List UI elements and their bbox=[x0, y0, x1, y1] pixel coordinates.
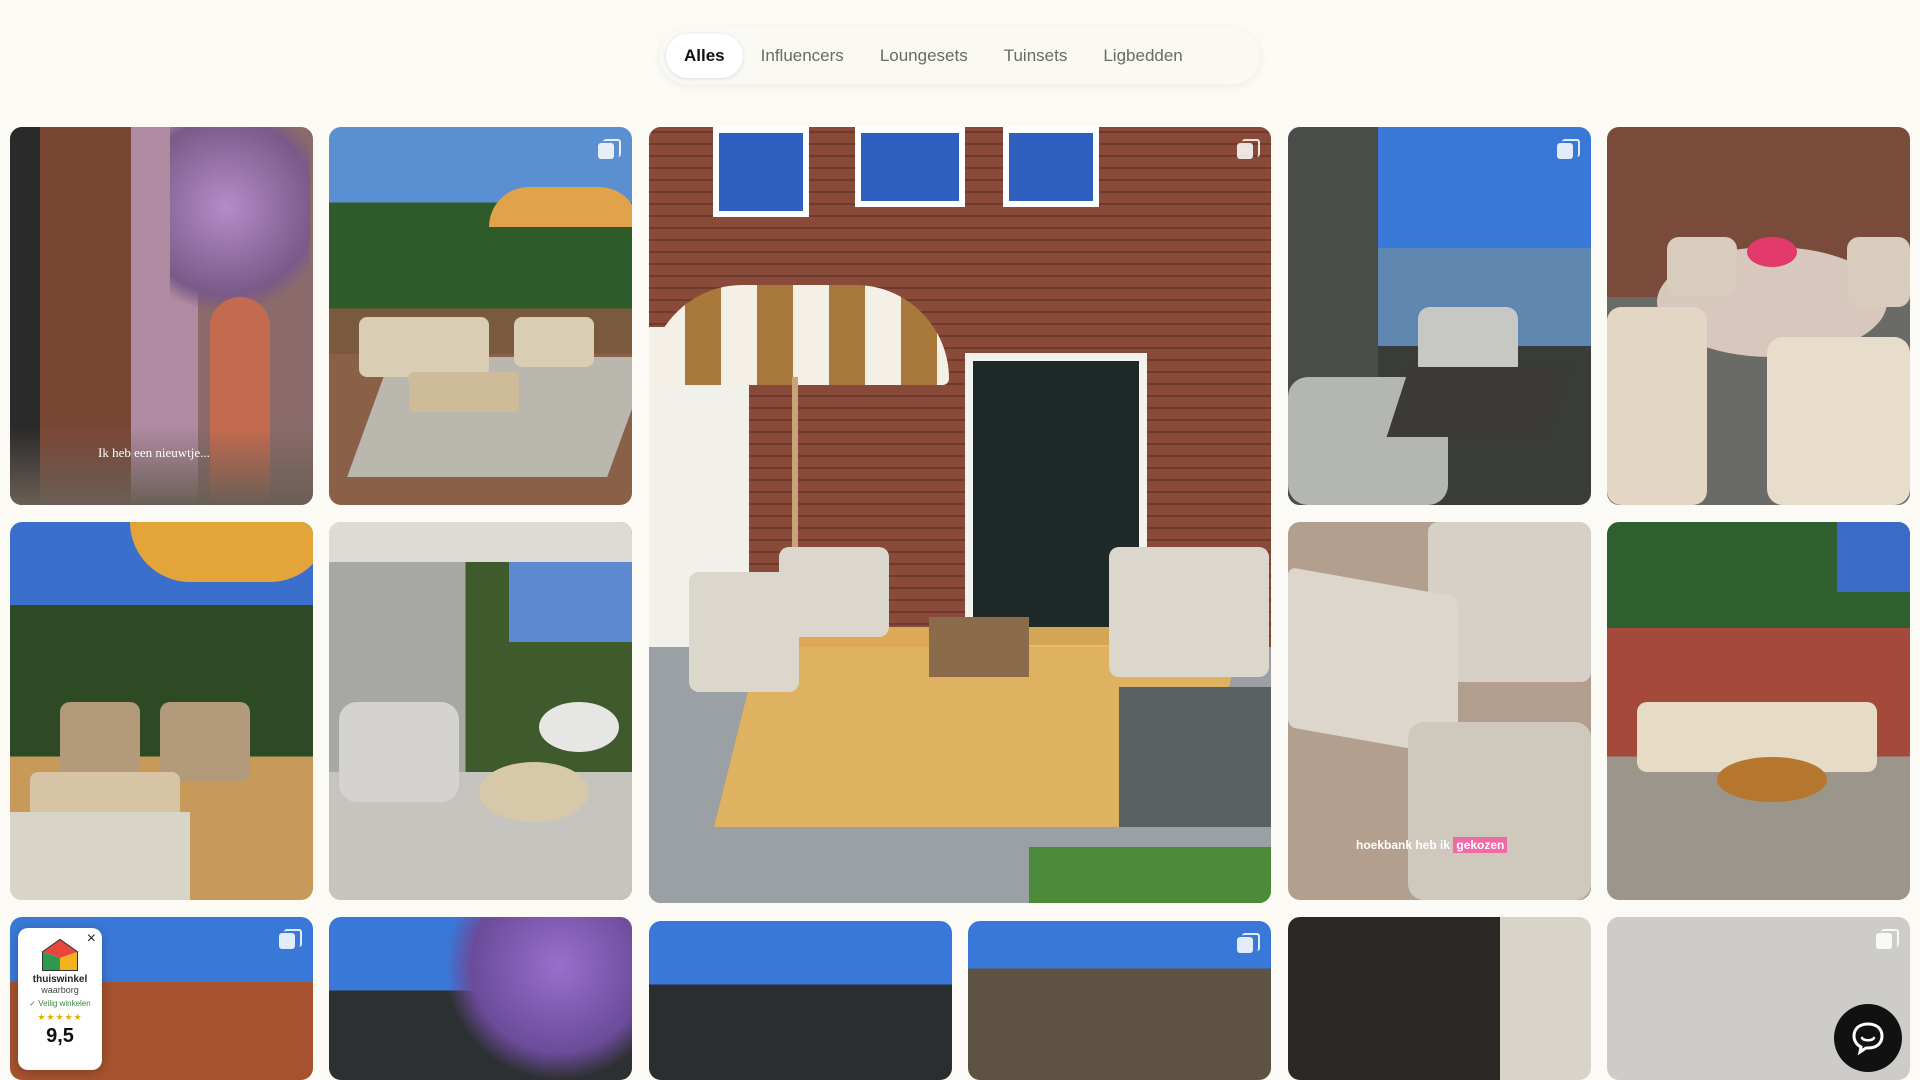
gallery-tile-balcony-river[interactable] bbox=[1288, 127, 1591, 505]
rating-score: 9,5 bbox=[46, 1025, 74, 1047]
gallery-tile-bottom-2[interactable] bbox=[329, 917, 632, 1080]
filter-tabs: Alles Influencers Loungesets Tuinsets Li… bbox=[660, 28, 1260, 84]
thuiswinkel-badge[interactable]: × thuiswinkel waarborg ✓ Veilig winkelen… bbox=[18, 928, 102, 1070]
multi-image-icon bbox=[1557, 139, 1580, 161]
tab-influencers[interactable]: Influencers bbox=[743, 34, 862, 78]
gallery-tile-bottom-4[interactable] bbox=[968, 921, 1271, 1080]
tab-loungesets[interactable]: Loungesets bbox=[862, 34, 986, 78]
badge-subtitle: waarborg bbox=[41, 985, 79, 995]
caption-text: hoekbank heb ik bbox=[1356, 838, 1454, 852]
tab-alles[interactable]: Alles bbox=[666, 34, 743, 78]
tile-caption: Ik heb een nieuwtje... bbox=[98, 445, 210, 460]
multi-image-icon bbox=[1876, 929, 1899, 951]
gallery-tile-forest-lounge[interactable] bbox=[10, 522, 313, 900]
close-icon[interactable]: × bbox=[87, 930, 96, 948]
multi-image-icon bbox=[1237, 933, 1260, 955]
gallery-tile-wisteria-door[interactable]: Ik heb een nieuwtje... bbox=[10, 127, 313, 505]
gallery-tile-bottom-5[interactable] bbox=[1288, 917, 1591, 1080]
gallery-tile-corner-sofa-brick[interactable] bbox=[1607, 522, 1910, 900]
caption-highlight: gekozen bbox=[1453, 837, 1508, 853]
tab-ligbedden[interactable]: Ligbedden bbox=[1085, 34, 1200, 78]
gallery-tile-covered-terrace[interactable] bbox=[329, 522, 632, 900]
chat-icon bbox=[1852, 1022, 1884, 1055]
gallery-tile-garden-lounge-umbrella[interactable] bbox=[329, 127, 632, 505]
multi-image-icon bbox=[598, 139, 621, 161]
chat-button[interactable] bbox=[1834, 1004, 1902, 1072]
rating-stars: ★★★★★ bbox=[37, 1012, 83, 1022]
gallery-tile-brick-house-patio[interactable] bbox=[649, 127, 1271, 903]
multi-image-icon bbox=[1237, 139, 1260, 161]
gallery-tile-hoekbank[interactable]: hoekbank heb ik gekozen bbox=[1288, 522, 1591, 900]
badge-safe-text: ✓ Veilig winkelen bbox=[29, 999, 91, 1008]
tab-tuinsets[interactable]: Tuinsets bbox=[986, 34, 1086, 78]
badge-title: thuiswinkel bbox=[32, 974, 88, 985]
tile-caption: hoekbank heb ik gekozen bbox=[1356, 837, 1508, 853]
gallery-tile-bottom-3[interactable] bbox=[649, 921, 952, 1080]
multi-image-icon bbox=[279, 929, 302, 951]
house-logo-icon bbox=[41, 938, 79, 972]
gallery-tile-round-table[interactable] bbox=[1607, 127, 1910, 505]
